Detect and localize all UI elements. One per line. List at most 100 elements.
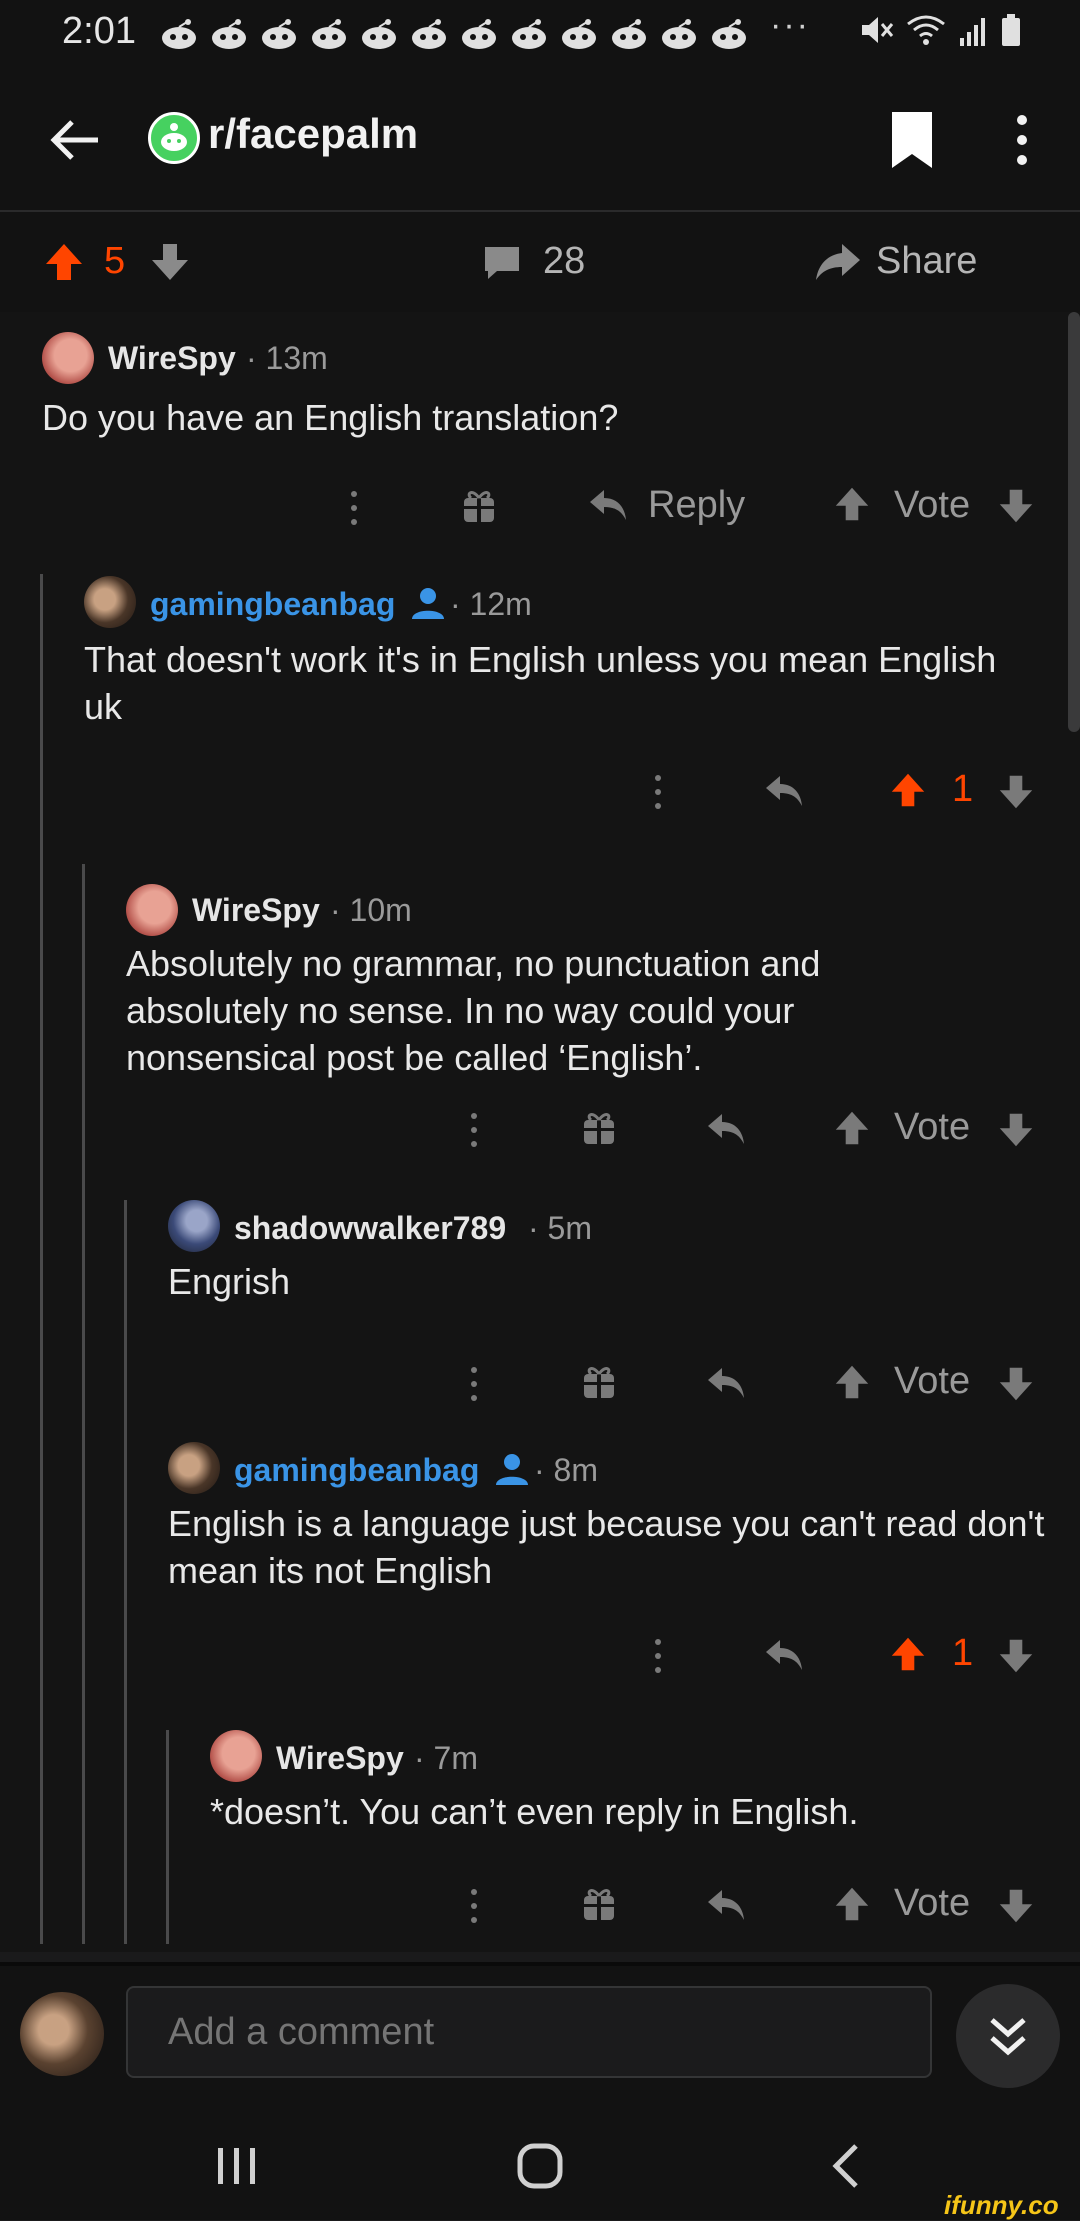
subreddit-icon[interactable]	[148, 112, 200, 164]
upvote-icon[interactable]	[890, 1636, 926, 1672]
reddit-notification-icon	[162, 19, 196, 49]
user-avatar[interactable]	[20, 1992, 104, 2076]
comment-actions: Vote	[0, 1102, 1080, 1152]
reddit-notification-icon	[562, 19, 596, 49]
comment-username[interactable]: shadowwalker789	[234, 1210, 506, 1247]
reply-icon[interactable]	[706, 1112, 746, 1146]
vote-label: Vote	[894, 484, 971, 526]
comment: shadowwalker789 · 5m Engrish Vote	[0, 1200, 1080, 1442]
comment: gamingbeanbag · 8m English is a language…	[0, 1442, 1080, 1730]
reply-icon[interactable]	[764, 774, 804, 808]
reply-icon[interactable]	[706, 1366, 746, 1400]
more-options-icon[interactable]	[462, 1364, 486, 1404]
system-navigation-bar	[0, 2112, 1080, 2220]
gift-icon[interactable]	[582, 1110, 616, 1146]
jump-to-next-button[interactable]	[956, 1984, 1060, 2088]
comments-section: WireSpy · 13m Do you have an English tra…	[0, 312, 1080, 1952]
subreddit-name[interactable]: r/facepalm	[208, 110, 418, 158]
comment-icon[interactable]	[482, 244, 522, 282]
upvote-icon[interactable]	[834, 486, 870, 522]
more-options-icon[interactable]	[462, 1110, 486, 1150]
share-button[interactable]: Share	[876, 240, 977, 283]
gift-icon[interactable]	[462, 488, 496, 524]
more-options-icon[interactable]	[1000, 106, 1044, 174]
comment-actions: Vote	[0, 1878, 1080, 1928]
comment-body: Absolutely no grammar, no punctuation an…	[126, 943, 821, 1078]
vote-label: Vote	[894, 1882, 971, 1924]
more-options-icon[interactable]	[646, 772, 670, 812]
watermark: ifunny.co	[944, 2190, 1059, 2220]
avatar[interactable]	[42, 332, 94, 384]
notification-icons	[158, 16, 750, 52]
reddit-notification-icon	[312, 19, 346, 49]
reply-icon[interactable]	[706, 1888, 746, 1922]
home-icon[interactable]	[512, 2138, 568, 2194]
reddit-notification-icon	[512, 19, 546, 49]
status-time: 2:01	[62, 10, 136, 52]
comment-username[interactable]: WireSpy	[276, 1740, 404, 1777]
downvote-icon[interactable]	[998, 1112, 1034, 1148]
upvote-icon[interactable]	[834, 1364, 870, 1400]
back-arrow-icon[interactable]	[44, 108, 108, 172]
signal-icon	[960, 18, 985, 46]
comment-actions: Reply Vote	[0, 480, 1080, 530]
comment-timestamp: · 13m	[246, 340, 328, 376]
add-comment-bar	[0, 1962, 1080, 2116]
gift-icon[interactable]	[582, 1886, 616, 1922]
avatar[interactable]	[168, 1200, 220, 1252]
back-icon[interactable]	[820, 2138, 876, 2194]
reddit-notification-icon	[462, 19, 496, 49]
reddit-notification-icon	[612, 19, 646, 49]
more-options-icon[interactable]	[342, 488, 366, 528]
comment-body: English is a language just because you c…	[168, 1503, 1045, 1591]
op-person-icon	[412, 588, 444, 619]
add-comment-input[interactable]	[126, 1986, 932, 2078]
wifi-icon	[907, 15, 945, 45]
comment-actions: 1	[0, 1628, 1080, 1678]
avatar[interactable]	[210, 1730, 262, 1782]
comment-count[interactable]: 28	[543, 240, 585, 283]
downvote-icon[interactable]	[150, 242, 190, 282]
battery-icon	[1002, 14, 1020, 46]
share-icon[interactable]	[814, 240, 862, 284]
downvote-icon[interactable]	[998, 1888, 1034, 1924]
comment: WireSpy · 10m Absolutely no grammar, no …	[0, 864, 1080, 1200]
comment-username[interactable]: gamingbeanbag	[234, 1452, 479, 1489]
more-options-icon[interactable]	[646, 1636, 670, 1676]
system-icons	[858, 12, 1022, 48]
reply-icon[interactable]	[588, 488, 628, 522]
reddit-notification-icon	[362, 19, 396, 49]
upvote-icon[interactable]	[890, 772, 926, 808]
downvote-icon[interactable]	[998, 1366, 1034, 1402]
reply-button[interactable]: Reply	[648, 484, 745, 527]
comment-timestamp: · 12m	[450, 586, 532, 622]
bookmark-icon[interactable]	[882, 106, 942, 174]
downvote-icon[interactable]	[998, 774, 1034, 810]
gift-icon[interactable]	[582, 1364, 616, 1400]
downvote-icon[interactable]	[998, 488, 1034, 524]
chevron-double-down-icon	[990, 2018, 1026, 2056]
more-options-icon[interactable]	[462, 1886, 486, 1926]
comment-timestamp: · 7m	[414, 1740, 478, 1776]
comment-username[interactable]: gamingbeanbag	[150, 586, 395, 623]
downvote-icon[interactable]	[998, 1638, 1034, 1674]
upvote-icon[interactable]	[834, 1110, 870, 1146]
reddit-notification-icon	[262, 19, 296, 49]
comment: gamingbeanbag · 12m That doesn't work it…	[0, 574, 1080, 864]
comment-timestamp: · 8m	[534, 1452, 598, 1488]
comment: WireSpy · 13m Do you have an English tra…	[0, 312, 1080, 552]
comment-username[interactable]: WireSpy	[192, 892, 320, 929]
comment-score: 1	[952, 768, 974, 810]
avatar[interactable]	[84, 576, 136, 628]
avatar[interactable]	[168, 1442, 220, 1494]
reply-icon[interactable]	[764, 1638, 804, 1672]
comment-actions: 1	[0, 764, 1080, 814]
upvote-icon[interactable]	[44, 242, 84, 282]
comment-username[interactable]: WireSpy	[108, 340, 236, 377]
comment-timestamp: · 5m	[528, 1210, 592, 1246]
upvote-icon[interactable]	[834, 1886, 870, 1922]
scrollbar[interactable]	[1068, 312, 1080, 732]
avatar[interactable]	[126, 884, 178, 936]
vote-label: Vote	[894, 1360, 971, 1402]
recent-apps-icon[interactable]	[212, 2138, 262, 2194]
